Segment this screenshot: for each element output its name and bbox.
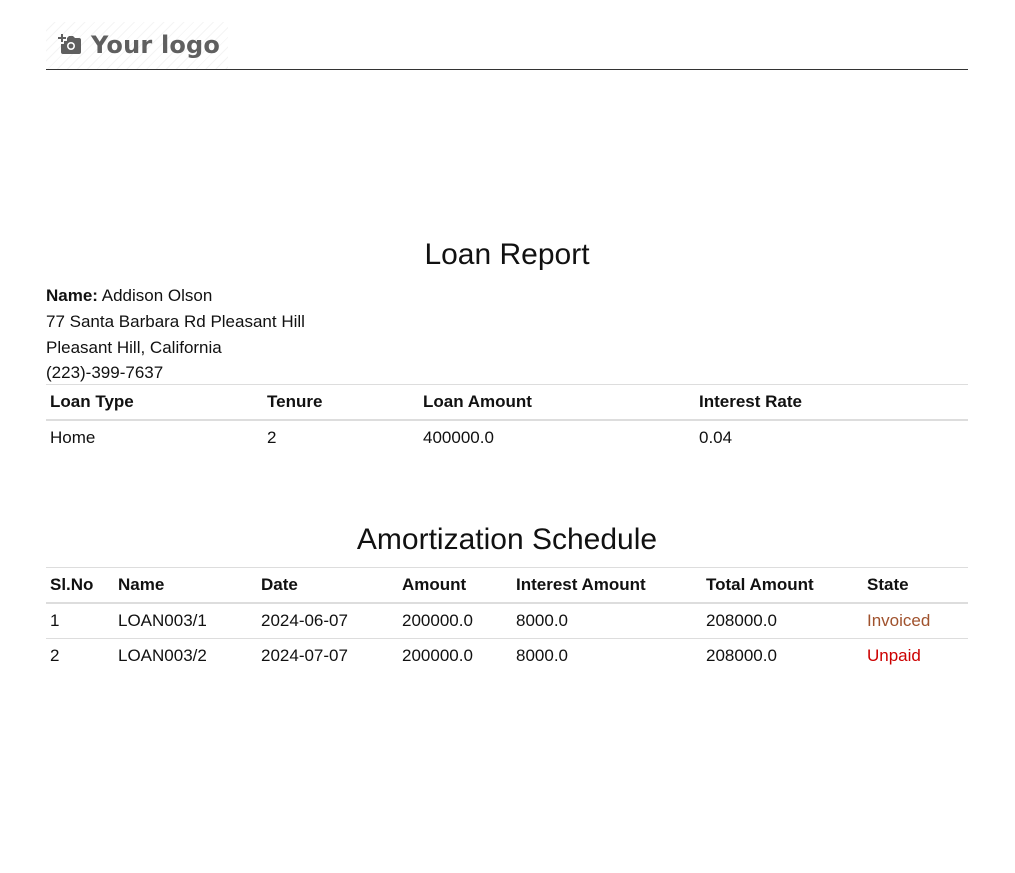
loan-table-header-row: Loan Type Tenure Loan Amount Interest Ra… [46, 384, 968, 421]
column-header: State [863, 567, 968, 604]
column-header: Interest Rate [695, 384, 968, 421]
loan-type-cell: Home [50, 428, 96, 447]
schedule-header-row: Sl.No Name Date Amount Interest Amount T… [46, 567, 968, 604]
state-cell: Unpaid [863, 638, 968, 673]
page-header: Your logo [46, 22, 968, 70]
schedule-title: Amortization Schedule [356, 523, 658, 556]
report-title: Loan Report [424, 238, 590, 271]
name-cell: LOAN003/1 [114, 602, 257, 639]
customer-name: Addison Olson [101, 286, 213, 305]
amount-cell: 200000.0 [398, 638, 512, 673]
date-cell: 2024-06-07 [257, 602, 398, 639]
company-logo: Your logo [46, 22, 228, 69]
customer-phone: (223)-399-7637 [46, 363, 164, 383]
column-header: Name [114, 567, 257, 604]
column-header: Total Amount [702, 567, 863, 604]
amortization-schedule-table: Sl.No Name Date Amount Interest Amount T… [46, 567, 968, 673]
interest-rate-cell: 0.04 [699, 428, 733, 447]
column-header: Sl.No [46, 567, 114, 604]
customer-address-line1: 77 Santa Barbara Rd Pleasant Hill [46, 311, 305, 331]
customer-info: Name: Addison Olson 77 Santa Barbara Rd … [46, 283, 646, 386]
table-row: 2 LOAN003/2 2024-07-07 200000.0 8000.0 2… [46, 638, 968, 673]
state-cell: Invoiced [863, 602, 968, 639]
logo-text: Your logo [91, 31, 221, 59]
total-amount-cell: 208000.0 [702, 602, 863, 639]
column-header: Tenure [263, 384, 419, 421]
table-row: 1 LOAN003/1 2024-06-07 200000.0 8000.0 2… [46, 602, 968, 639]
column-header: Amount [398, 567, 512, 604]
loan-details-table: Loan Type Tenure Loan Amount Interest Ra… [46, 384, 968, 455]
date-cell: 2024-07-07 [257, 638, 398, 673]
serial-cell: 2 [46, 638, 114, 673]
table-row: Home 2 400000.0 0.04 [46, 420, 968, 455]
column-header: Interest Amount [512, 567, 702, 604]
column-header: Loan Amount [419, 384, 695, 421]
loan-amount-cell: 400000.0 [423, 428, 494, 447]
customer-name-label: Name: [46, 286, 98, 305]
column-header: Loan Type [46, 384, 263, 421]
customer-name-line: Name: Addison Olson [46, 283, 646, 309]
camera-plus-icon [58, 34, 81, 54]
customer-address-line2: Pleasant Hill, California [46, 337, 222, 357]
total-amount-cell: 208000.0 [702, 638, 863, 673]
interest-amount-cell: 8000.0 [512, 638, 702, 673]
serial-cell: 1 [46, 602, 114, 639]
column-header: Date [257, 567, 398, 604]
interest-amount-cell: 8000.0 [512, 602, 702, 639]
name-cell: LOAN003/2 [114, 638, 257, 673]
tenure-cell: 2 [267, 428, 277, 447]
amount-cell: 200000.0 [398, 602, 512, 639]
